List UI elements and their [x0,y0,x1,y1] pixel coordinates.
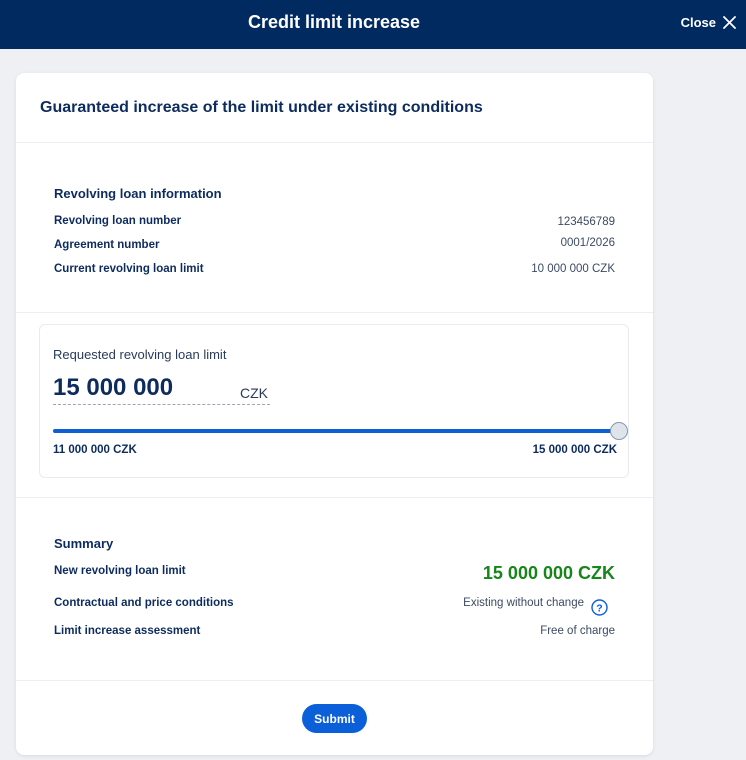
limit-slider-fill [53,429,619,433]
requested-amount-input[interactable] [53,373,233,403]
close-label: Close [680,15,716,30]
loan-number-label: Revolving loan number [54,215,182,227]
submit-button[interactable]: Submit [302,704,367,733]
svg-text:?: ? [596,603,602,615]
new-limit-value: 15 000 000 CZK [482,563,615,583]
currency-label: CZK [240,385,268,401]
slider-max-label: 15 000 000 CZK [532,444,617,456]
loan-info-heading: Revolving loan information [54,186,222,201]
assessment-label: Limit increase assessment [54,625,201,637]
close-icon [723,16,736,29]
close-button[interactable]: Close [681,15,736,30]
agreement-number-label: Agreement number [54,239,160,251]
assessment-value: Free of charge [540,625,615,637]
conditions-value: Existing without change [463,597,584,609]
divider [16,497,653,498]
loan-number-value: 123456789 [557,216,615,228]
divider [16,312,653,313]
current-limit-value: 10 000 000 CZK [531,263,615,275]
limit-increase-card: Guaranteed increase of the limit under e… [16,73,653,755]
requested-limit-label: Requested revolving loan limit [53,347,227,362]
limit-slider-thumb[interactable] [610,422,628,440]
limit-slider-track[interactable] [53,429,619,433]
divider [16,680,653,681]
conditions-label: Contractual and price conditions [54,597,234,609]
agreement-number-value: 0001/2026 [560,237,615,249]
divider [16,142,653,143]
summary-heading: Summary [54,536,114,551]
help-icon[interactable]: ? [591,599,608,616]
requested-limit-panel: Requested revolving loan limit CZK 11 00… [39,324,629,478]
modal-header: Credit limit increase Close [0,0,746,49]
modal-title: Credit limit increase [247,12,421,32]
slider-min-label: 11 000 000 CZK [53,444,137,456]
current-limit-label: Current revolving loan limit [54,263,204,275]
amount-field-wrap: CZK [53,373,270,405]
new-limit-label: New revolving loan limit [54,565,186,577]
card-title: Guaranteed increase of the limit under e… [40,99,483,116]
